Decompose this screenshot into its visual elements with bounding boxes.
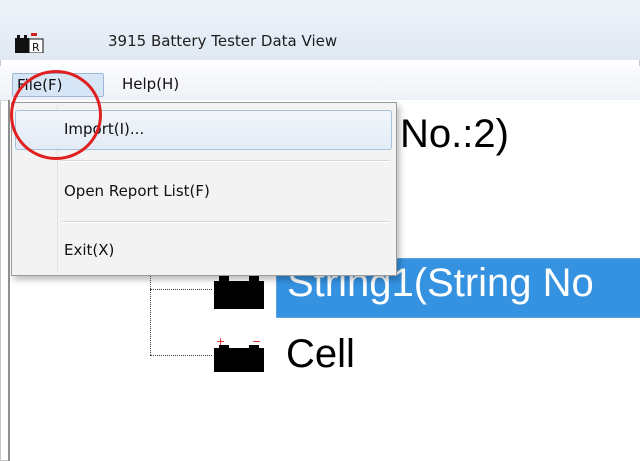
annotation-circle [10, 70, 102, 160]
menu-item-exit[interactable]: Exit(X) [64, 237, 114, 263]
menu-help[interactable]: Help(H) [118, 73, 183, 95]
battery-icon: + − [214, 336, 264, 372]
tree-node-cell[interactable]: Cell [286, 332, 355, 377]
menu-separator [62, 221, 390, 223]
battery-tester-app-icon: R [15, 33, 44, 53]
menu-separator [62, 160, 390, 162]
tree-connector [150, 289, 212, 290]
battery-icon [214, 276, 264, 309]
title-bar: R 3915 Battery Tester Data View [0, 0, 640, 60]
tree-connector [150, 355, 212, 356]
app-window: R 3915 Battery Tester Data View File(F) … [0, 0, 640, 461]
svg-text:R: R [32, 41, 40, 53]
window-title: 3915 Battery Tester Data View [108, 32, 338, 50]
menu-item-open-report-list[interactable]: Open Report List(F) [64, 178, 210, 204]
tree-node-root[interactable]: No.:2) [400, 112, 509, 157]
